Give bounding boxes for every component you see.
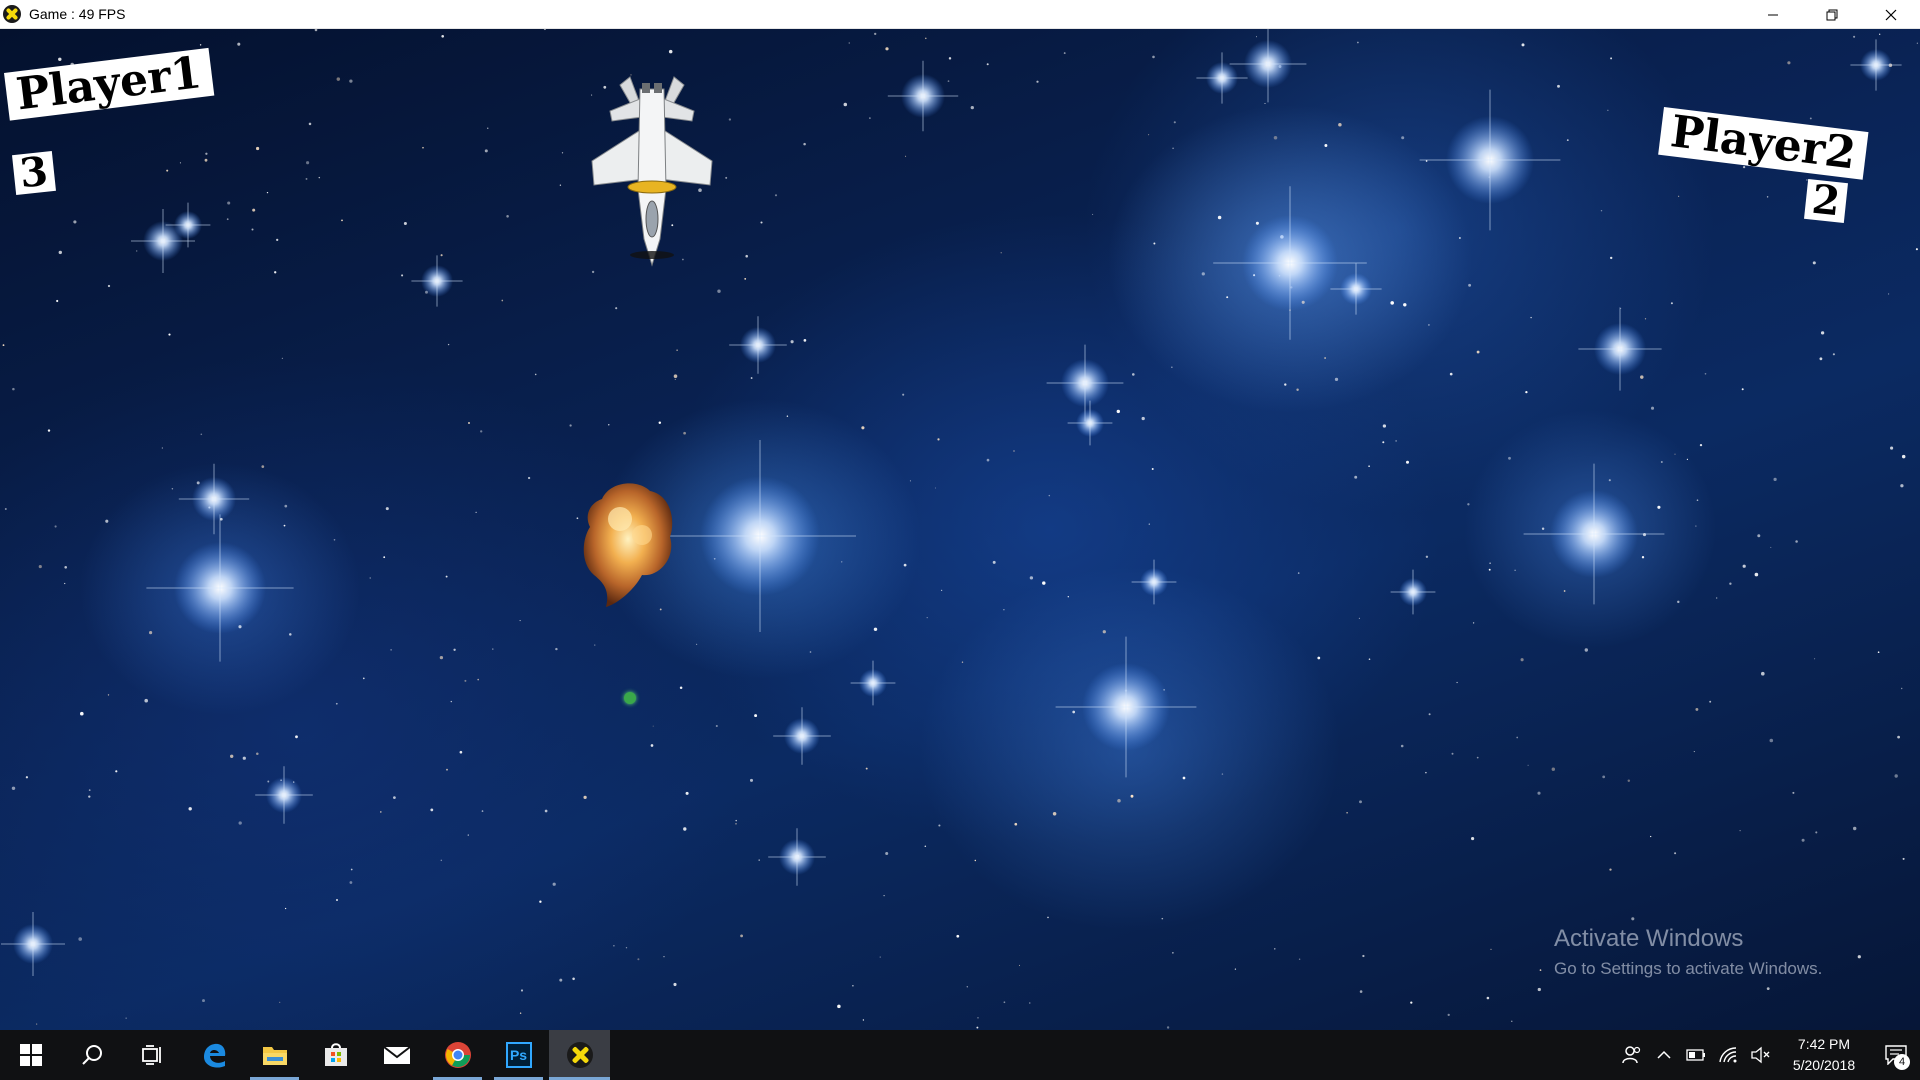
explosion [583, 483, 673, 607]
windows-start-icon [19, 1044, 42, 1066]
taskbar-chrome[interactable] [427, 1030, 488, 1080]
volume-muted-icon [1751, 1046, 1770, 1064]
close-icon [1885, 9, 1896, 20]
chrome-icon [444, 1042, 471, 1068]
wifi-icon [1719, 1047, 1737, 1063]
restore-button[interactable] [1802, 0, 1861, 29]
game-app-icon [566, 1042, 593, 1068]
window-controls [1743, 0, 1920, 29]
starfield-background [1, 29, 1918, 1029]
chevron-up-icon [1657, 1050, 1671, 1059]
activation-watermark: Activate Windows Go to Settings to activ… [1554, 925, 1822, 979]
network-button[interactable] [1712, 1030, 1744, 1080]
minimize-icon [1767, 14, 1778, 15]
search-button[interactable] [61, 1030, 122, 1080]
fighter-jet [591, 76, 713, 267]
green-bullet [624, 692, 636, 704]
system-tray: 7:42 PM 5/20/2018 4 [1616, 1030, 1920, 1080]
taskbar-file-explorer[interactable] [244, 1030, 305, 1080]
watermark-subtitle: Go to Settings to activate Windows. [1554, 959, 1823, 978]
window-title-bar[interactable]: Game : 49 FPS [0, 0, 1920, 29]
close-button[interactable] [1861, 0, 1920, 29]
taskbar-mail[interactable] [366, 1030, 427, 1080]
mail-icon [382, 1046, 411, 1064]
player2-score: 2 [1804, 176, 1848, 225]
volume-button[interactable] [1744, 1030, 1776, 1080]
photoshop-label: Ps [509, 1047, 528, 1063]
notification-count: 4 [1894, 1054, 1910, 1070]
taskbar-store[interactable] [305, 1030, 366, 1080]
show-hidden-icons-button[interactable] [1648, 1030, 1680, 1080]
watermark-title: Activate Windows [1554, 925, 1744, 952]
start-button[interactable] [0, 1030, 61, 1080]
player1-score: 3 [12, 148, 56, 197]
task-view-icon [141, 1045, 161, 1065]
photoshop-icon: Ps [505, 1042, 532, 1068]
people-icon [1622, 1046, 1641, 1064]
restore-icon [1826, 9, 1837, 20]
edge-icon [203, 1043, 225, 1068]
clock-time: 7:42 PM [1797, 1036, 1851, 1052]
taskbar: Ps 7:42 PM 5/20/2018 4 [0, 1030, 1920, 1080]
file-explorer-icon [262, 1047, 287, 1065]
store-icon [324, 1043, 347, 1066]
taskbar-photoshop[interactable]: Ps [488, 1030, 549, 1080]
battery-button[interactable] [1680, 1030, 1712, 1080]
people-button[interactable] [1616, 1030, 1648, 1080]
action-center-button[interactable]: 4 [1872, 1030, 1920, 1080]
taskbar-game-app[interactable] [549, 1030, 610, 1080]
search-icon [81, 1045, 102, 1065]
taskbar-edge[interactable] [183, 1030, 244, 1080]
window-title: Game : 49 FPS [29, 6, 126, 22]
clock[interactable]: 7:42 PM 5/20/2018 [1776, 1034, 1872, 1076]
game-app-icon [3, 5, 21, 23]
minimize-button[interactable] [1743, 0, 1802, 29]
battery-icon [1686, 1049, 1705, 1061]
game-canvas[interactable]: Player1 3 Player2 2 Activate Windows Go … [0, 29, 1920, 1030]
clock-date: 5/20/2018 [1792, 1057, 1856, 1073]
task-view-button[interactable] [122, 1030, 183, 1080]
